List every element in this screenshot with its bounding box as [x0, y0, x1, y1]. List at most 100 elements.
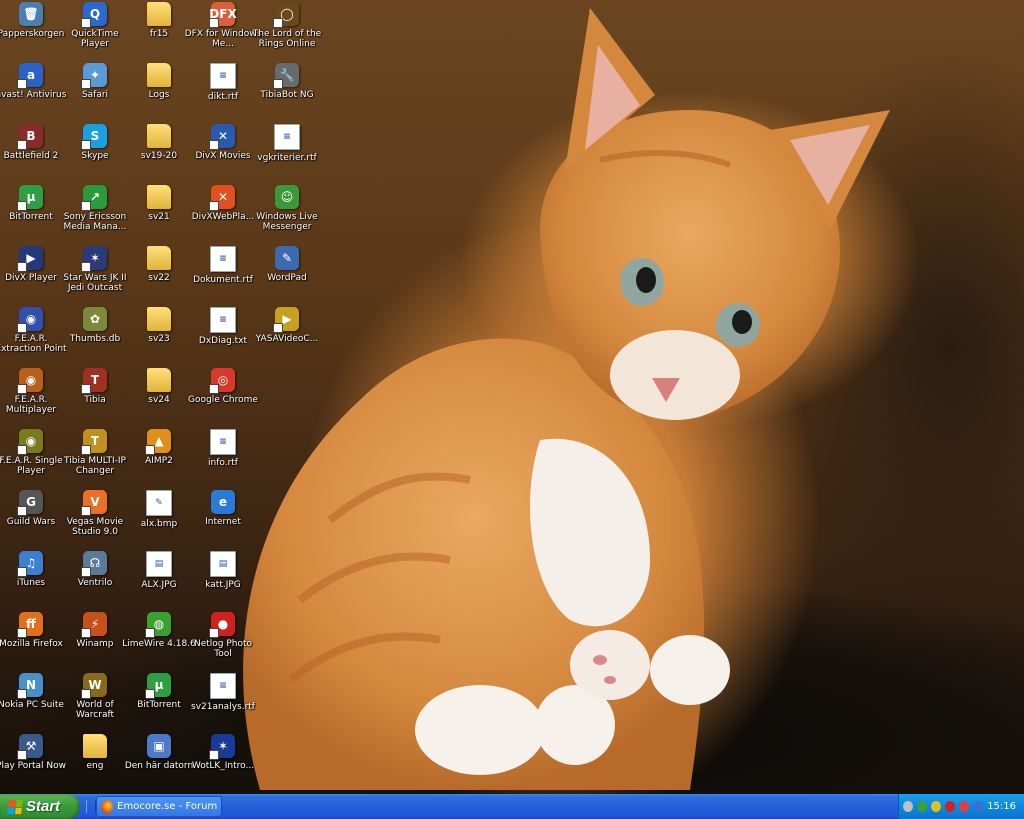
desktop-icon[interactable]: sv23: [129, 307, 189, 367]
desktop-icon[interactable]: Q QuickTime Player: [65, 2, 125, 62]
folder-icon: [147, 307, 171, 331]
desktop-icon[interactable]: sv21: [129, 185, 189, 245]
app-icon: B: [17, 124, 43, 150]
desktop-icon-label: vgkriterier.rtf: [257, 153, 317, 163]
desktop-icon[interactable]: V Vegas Movie Studio 9.0: [65, 490, 125, 550]
taskbar-button-firefox[interactable]: Emocore.se - Forum - ...: [96, 796, 222, 817]
app-icon: ⚡: [81, 612, 107, 638]
start-button[interactable]: Start: [0, 794, 80, 819]
desktop-icon[interactable]: ☺ Windows Live Messenger: [256, 185, 318, 245]
desktop-icon-label: TibiaBot NG: [260, 90, 314, 100]
folder-icon: [147, 2, 171, 26]
app-icon: ◉: [17, 368, 43, 394]
desktop-icon[interactable]: ▤ ALX.JPG: [129, 551, 189, 611]
desktop-icon[interactable]: ≡ sv21analys.rtf: [191, 673, 255, 733]
tray-security-icon[interactable]: [931, 801, 942, 812]
desktop-icon[interactable]: Logs: [129, 63, 189, 123]
app-icon: ↗: [81, 185, 107, 211]
folder-icon: [147, 368, 171, 392]
desktop-icon-label: The Lord of the Rings Online: [252, 29, 322, 49]
document-icon: ≡: [210, 307, 236, 333]
desktop-icon[interactable]: ♫ iTunes: [1, 551, 61, 611]
app-icon: ☺: [275, 185, 299, 209]
desktop-icon[interactable]: ≡ DxDiag.txt: [193, 307, 253, 367]
folder-icon: [83, 734, 107, 758]
firefox-icon: [101, 799, 114, 814]
quick-launch-divider: [86, 800, 96, 813]
clock[interactable]: 15:16: [987, 801, 1016, 812]
app-icon: µ: [17, 185, 43, 211]
desktop-icon[interactable]: B Battlefield 2: [1, 124, 61, 184]
tray-antivirus-icon[interactable]: [959, 801, 970, 812]
desktop-icon[interactable]: ✕ DivXWebPla...: [192, 185, 254, 245]
app-icon: ✕: [209, 124, 235, 150]
desktop-icon[interactable]: T Tibia: [65, 368, 125, 428]
taskbar: Start Emocore.se - Forum - ... 15:16: [0, 794, 1024, 819]
app-icon: V: [81, 490, 107, 516]
tray-bluetooth-icon[interactable]: [973, 801, 984, 812]
desktop-icon[interactable]: ▶ DivX Player: [1, 246, 61, 306]
desktop-icon[interactable]: ⚡ Winamp: [65, 612, 125, 672]
desktop-icon[interactable]: ✎ WordPad: [257, 246, 317, 306]
desktop-icon[interactable]: ✦ Safari: [65, 63, 125, 123]
app-icon: ✎: [275, 246, 299, 270]
desktop-icon-label: Windows Live Messenger: [256, 212, 318, 232]
desktop-icon[interactable]: ▲ AIMP2: [129, 429, 189, 489]
desktop-icon[interactable]: ▤ katt.JPG: [193, 551, 253, 611]
desktop-icon[interactable]: W World of Warcraft: [65, 673, 125, 733]
desktop-icon[interactable]: 🔧 TibiaBot NG: [257, 63, 317, 123]
desktop-icon[interactable]: S Skype: [65, 124, 125, 184]
desktop-icon[interactable]: µ BitTorrent: [1, 185, 61, 245]
desktop-icon[interactable]: sv19-20: [129, 124, 189, 184]
desktop-icon[interactable]: DFX DFX for Windows Me...: [185, 2, 261, 62]
desktop-icon[interactable]: ✿ Thumbs.db: [65, 307, 125, 367]
desktop-icon[interactable]: sv22: [129, 246, 189, 306]
desktop-icon[interactable]: ✎ alx.bmp: [129, 490, 189, 550]
desktop-icon-label: Google Chrome: [188, 395, 258, 405]
desktop-icon[interactable]: ◎ Google Chrome: [188, 368, 258, 428]
desktop-icon[interactable]: ≡ vgkriterier.rtf: [257, 124, 317, 184]
folder-icon: [147, 185, 171, 209]
desktop-icon[interactable]: 🗑 Papperskorgen: [0, 2, 64, 62]
desktop-icon[interactable]: ✕ DivX Movies: [193, 124, 253, 184]
desktop-icon[interactable]: ▣ Den här datorn: [125, 734, 193, 794]
desktop-icon[interactable]: ▶ YASAVideoC...: [256, 307, 318, 367]
app-icon: ●: [209, 612, 235, 638]
desktop-icon[interactable]: ◍ LimeWire 4.18.6: [122, 612, 196, 672]
desktop-icon[interactable]: G Guild Wars: [1, 490, 61, 550]
app-icon: T: [81, 429, 107, 455]
desktop-icon[interactable]: ↗ Sony Ericsson Media Mana...: [64, 185, 126, 245]
desktop-icon[interactable]: sv24: [129, 368, 189, 428]
desktop-icon[interactable]: ◯ The Lord of the Rings Online: [253, 2, 321, 62]
desktop-icon[interactable]: ◉ F.E.A.R. Multiplayer: [1, 368, 61, 428]
desktop-icon[interactable]: ff Mozilla Firefox: [0, 612, 63, 672]
desktop-icon[interactable]: ≡ dikt.rtf: [193, 63, 253, 123]
app-icon: ▶: [17, 246, 43, 272]
desktop-icon[interactable]: µ BitTorrent: [129, 673, 189, 733]
desktop-icon[interactable]: T Tibia MULTI-IP Changer: [64, 429, 126, 489]
app-icon: ▶: [273, 307, 299, 333]
desktop-icon[interactable]: ≡ Dokument.rtf: [193, 246, 253, 306]
tray-expand-icon[interactable]: [903, 801, 914, 812]
desktop-icon[interactable]: e Internet: [193, 490, 253, 550]
desktop-icon-label: Netlog Photo Tool: [193, 639, 253, 659]
desktop-icon[interactable]: ≡ info.rtf: [193, 429, 253, 489]
desktop-icon[interactable]: ✶ WotLK_Intro...: [192, 734, 254, 794]
desktop-icon[interactable]: ✶ Star Wars JK II Jedi Outcast: [63, 246, 127, 306]
desktop-icon-label: WordPad: [267, 273, 307, 283]
desktop-icon[interactable]: a avast! Antivirus: [0, 63, 66, 123]
desktop-icon[interactable]: ⚒ Play Portal Now: [0, 734, 66, 794]
desktop-icon[interactable]: N Nokia PC Suite: [0, 673, 64, 733]
desktop-icon[interactable]: ● Netlog Photo Tool: [193, 612, 253, 672]
desktop-icon[interactable]: eng: [65, 734, 125, 794]
desktop-icon[interactable]: ☊ Ventrilo: [65, 551, 125, 611]
desktop-icon[interactable]: ◉ F.E.A.R. Extraction Point: [0, 307, 67, 367]
app-icon: ff: [17, 612, 43, 638]
app-icon: µ: [145, 673, 171, 699]
start-label: Start: [26, 798, 61, 815]
document-icon: ≡: [210, 246, 236, 272]
tray-shield-icon[interactable]: [945, 801, 956, 812]
tray-messenger-icon[interactable]: [917, 801, 928, 812]
desktop-icon[interactable]: fr15: [129, 2, 189, 62]
desktop-icon[interactable]: ◉ F.E.A.R. Single Player: [0, 429, 63, 489]
